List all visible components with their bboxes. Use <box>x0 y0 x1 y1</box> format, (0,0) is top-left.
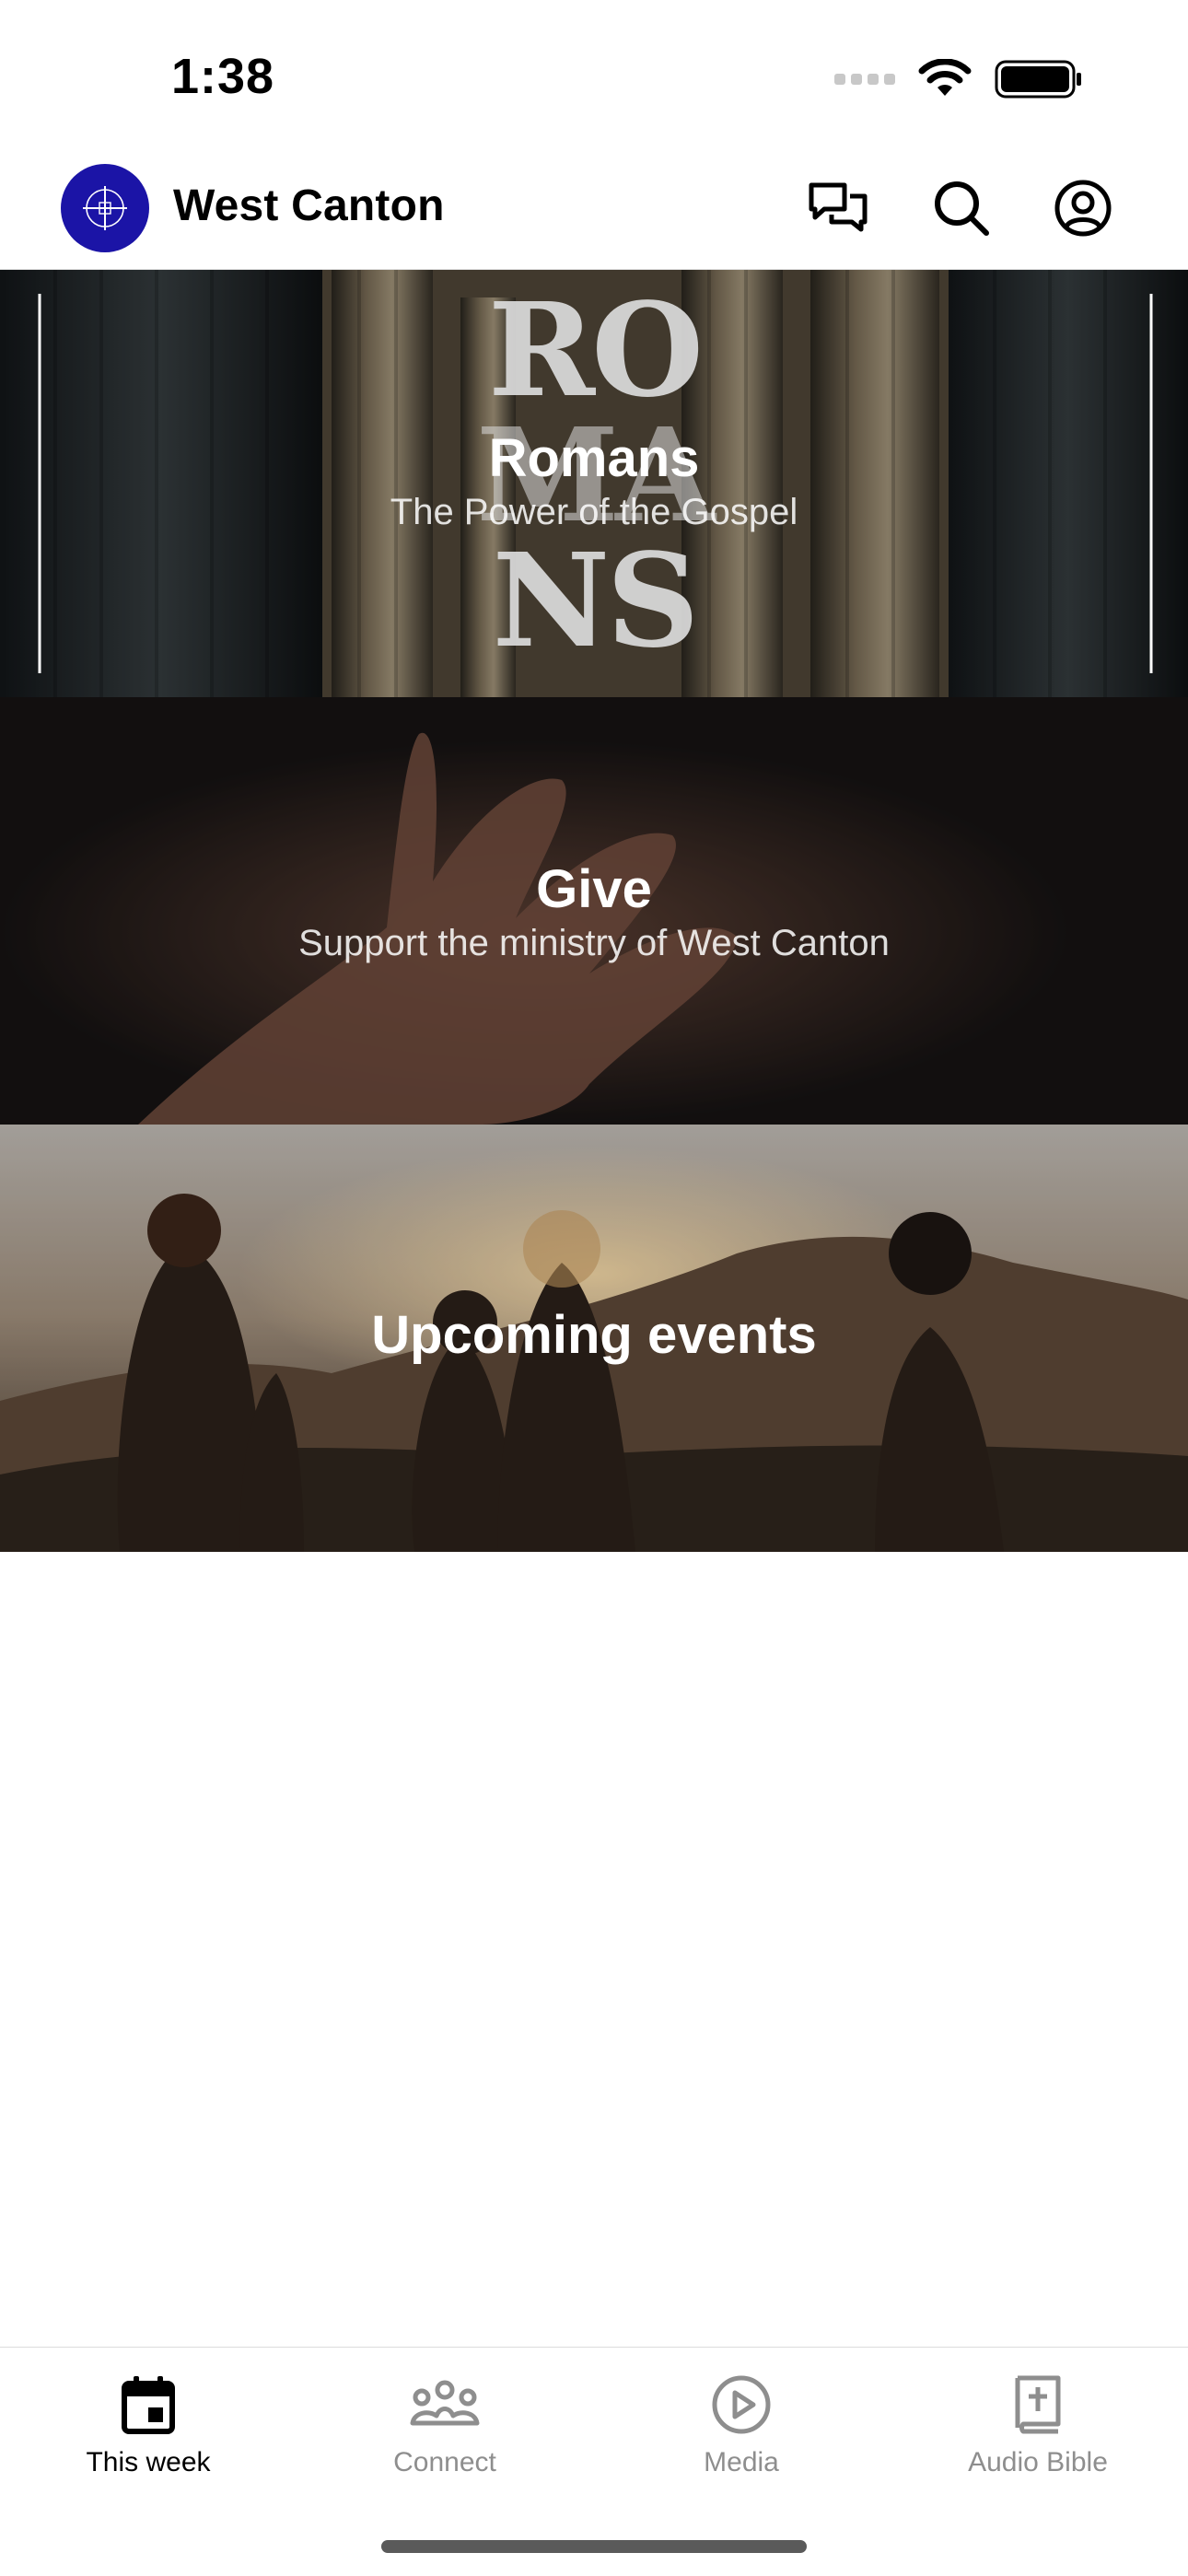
messages-button[interactable] <box>803 173 873 243</box>
play-circle-icon <box>705 2368 778 2442</box>
status-indicators <box>834 59 1083 99</box>
wifi-icon <box>918 59 972 96</box>
chat-bubbles-icon <box>809 182 868 232</box>
card-title: Romans <box>488 428 700 488</box>
card-title: Upcoming events <box>371 1305 817 1365</box>
tab-label: This week <box>86 2447 211 2477</box>
art-text-line-1: RO <box>487 275 704 426</box>
cellular-signal-icon <box>834 74 895 85</box>
search-button[interactable] <box>926 173 996 243</box>
battery-icon <box>995 60 1081 99</box>
card-subtitle: Support the ministry of West Canton <box>298 923 890 963</box>
tab-audio-bible[interactable]: Audio Bible <box>890 2348 1186 2504</box>
card-title: Give <box>536 859 652 919</box>
calendar-icon <box>111 2368 185 2442</box>
cross-emblem-icon <box>83 186 127 230</box>
status-time: 1:38 <box>171 49 275 104</box>
upcoming-events-card[interactable]: Upcoming events <box>0 1125 1188 1552</box>
tab-label: Audio Bible <box>968 2447 1108 2477</box>
give-card-text: Give Support the ministry of West Canton <box>0 859 1188 966</box>
user-profile-icon <box>1054 180 1112 237</box>
status-bar: 1:38 <box>0 0 1188 157</box>
search-icon <box>935 181 989 236</box>
people-group-icon <box>408 2368 482 2442</box>
tab-media[interactable]: Media <box>593 2348 890 2504</box>
app-header: West Canton <box>0 157 1188 270</box>
home-indicator[interactable] <box>381 2540 807 2553</box>
art-text-line-3: NS <box>492 526 699 677</box>
bible-book-icon <box>1001 2368 1075 2442</box>
tab-label: Media <box>704 2447 779 2477</box>
card-subtitle: The Power of the Gospel <box>390 492 798 532</box>
profile-button[interactable] <box>1048 173 1118 243</box>
church-logo <box>61 164 149 252</box>
tab-label: Connect <box>393 2447 496 2477</box>
romans-series-card[interactable]: RO MA NS Romans The Power of the Gospel <box>0 270 1188 697</box>
romans-card-text: Romans The Power of the Gospel <box>0 428 1188 535</box>
give-card[interactable]: Give Support the ministry of West Canton <box>0 697 1188 1125</box>
events-card-text: Upcoming events <box>0 1305 1188 1366</box>
tab-connect[interactable]: Connect <box>297 2348 593 2504</box>
app-title: West Canton <box>173 181 445 230</box>
tab-this-week[interactable]: This week <box>0 2348 297 2504</box>
